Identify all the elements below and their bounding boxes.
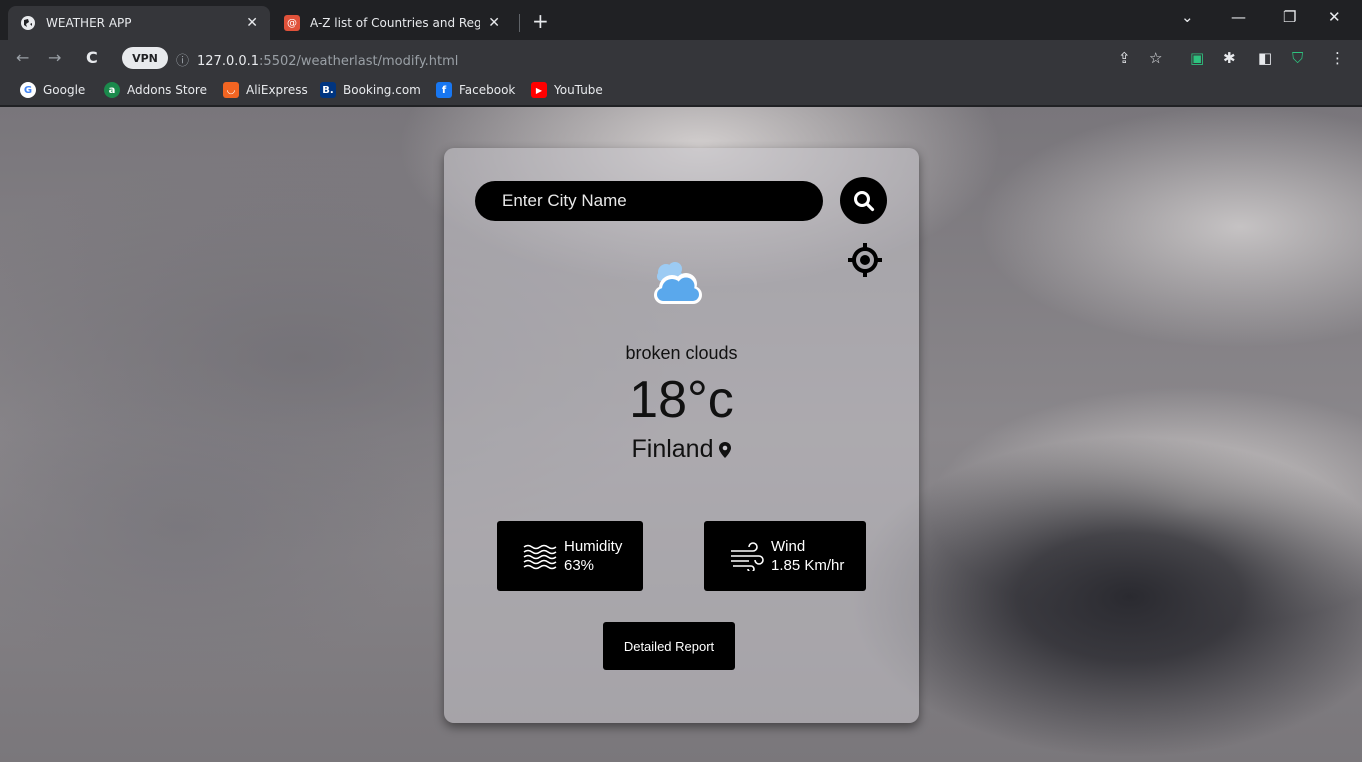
extensions-puzzle-icon[interactable]: ✱ <box>1223 49 1236 67</box>
bookmark-youtube[interactable]: ▶ YouTube <box>531 82 603 98</box>
tab-search-icon[interactable]: ⌄ <box>1181 8 1194 26</box>
google-icon: G <box>20 82 36 98</box>
address-bar[interactable]: ⓘ 127.0.0.1:5502/weatherlast/modify.html <box>176 50 458 69</box>
tab-separator <box>519 14 520 32</box>
bookmark-addons-store[interactable]: a Addons Store <box>104 82 207 98</box>
extension-lock-icon[interactable]: ▣ <box>1190 49 1204 67</box>
bookmark-label: Facebook <box>459 83 516 97</box>
weather-card: broken clouds 18°c Finland Humidity 63% … <box>444 148 919 723</box>
wind-icon <box>729 541 765 571</box>
browser-tab-bar: WEATHER APP ✕ @ A-Z list of Countries an… <box>0 0 1362 40</box>
close-tab-icon[interactable]: ✕ <box>246 15 258 31</box>
aliexpress-icon: ◡ <box>223 82 239 98</box>
vpn-badge[interactable]: VPN <box>122 47 168 69</box>
youtube-icon: ▶ <box>531 82 547 98</box>
forward-icon[interactable]: → <box>48 48 61 67</box>
minimize-icon[interactable]: — <box>1231 8 1246 26</box>
bookmark-aliexpress[interactable]: ◡ AliExpress <box>223 82 308 98</box>
humidity-text: Humidity 63% <box>564 537 622 575</box>
cloud-icon <box>648 258 706 308</box>
detailed-report-button[interactable]: Detailed Report <box>603 622 735 670</box>
bookmark-label: Google <box>43 83 86 97</box>
bookmark-star-icon[interactable]: ☆ <box>1149 49 1162 67</box>
tab-weather-app[interactable]: WEATHER APP ✕ <box>8 6 270 40</box>
shield-check-icon[interactable]: ⛉ <box>1292 49 1303 67</box>
back-icon[interactable]: ← <box>16 48 29 67</box>
reload-icon[interactable]: C <box>86 48 98 67</box>
city-search-input[interactable] <box>475 181 823 221</box>
city-name-row: Finland <box>444 435 919 464</box>
url-path: :5502/weatherlast/modify.html <box>259 54 459 69</box>
humidity-card: Humidity 63% <box>497 521 643 591</box>
booking-icon: B. <box>320 82 336 98</box>
crosshair-location-icon <box>848 243 882 277</box>
wind-text: Wind 1.85 Km/hr <box>771 537 844 575</box>
humidity-label: Humidity <box>564 538 623 555</box>
close-window-icon[interactable]: ✕ <box>1328 8 1341 26</box>
menu-dots-icon[interactable]: ⋮ <box>1330 49 1345 67</box>
search-button[interactable] <box>840 177 887 224</box>
bookmark-google[interactable]: G Google <box>20 82 85 98</box>
bookmarks-bar: G Google a Addons Store ◡ AliExpress B. Book… <box>0 76 1362 106</box>
globe-icon <box>20 15 36 31</box>
new-tab-icon[interactable]: + <box>532 9 549 33</box>
map-pin-icon <box>718 441 732 459</box>
wind-card: Wind 1.85 Km/hr <box>704 521 866 591</box>
site-info-icon[interactable]: ⓘ <box>176 54 189 69</box>
tab-title: WEATHER APP <box>46 16 132 30</box>
bookmark-label: AliExpress <box>246 83 308 97</box>
humidity-value: 63% <box>564 557 595 574</box>
bookmark-label: YouTube <box>554 83 603 97</box>
bookmark-label: Booking.com <box>343 83 421 97</box>
bookmark-label: Addons Store <box>127 83 207 97</box>
weather-page-background: broken clouds 18°c Finland Humidity 63% … <box>0 107 1362 762</box>
restore-icon[interactable]: ❐ <box>1283 8 1296 26</box>
url-host: 127.0.0.1 <box>197 54 260 69</box>
search-icon <box>853 190 874 211</box>
side-panel-icon[interactable]: ◧ <box>1258 49 1272 67</box>
facebook-icon: f <box>436 82 452 98</box>
close-tab-icon[interactable]: ✕ <box>488 15 500 31</box>
humidity-waves-icon <box>522 541 558 571</box>
tab-countries-list[interactable]: @ A-Z list of Countries and Regions ✕ <box>272 6 512 40</box>
wind-label: Wind <box>771 538 806 555</box>
browser-toolbar: ← → C VPN ⓘ 127.0.0.1:5502/weatherlast/mo… <box>0 40 1362 76</box>
temperature: 18°c <box>629 371 734 429</box>
city-name: Finland <box>631 435 714 463</box>
current-location-button[interactable] <box>845 240 885 280</box>
site-favicon-icon: @ <box>284 15 300 31</box>
share-icon[interactable]: ⇪ <box>1118 49 1131 67</box>
weather-description: broken clouds <box>625 343 738 363</box>
addons-store-icon: a <box>104 82 120 98</box>
wind-value: 1.85 Km/hr <box>771 557 845 574</box>
bookmark-booking[interactable]: B. Booking.com <box>320 82 421 98</box>
bookmark-facebook[interactable]: f Facebook <box>436 82 515 98</box>
tab-title: A-Z list of Countries and Regions <box>310 16 481 30</box>
